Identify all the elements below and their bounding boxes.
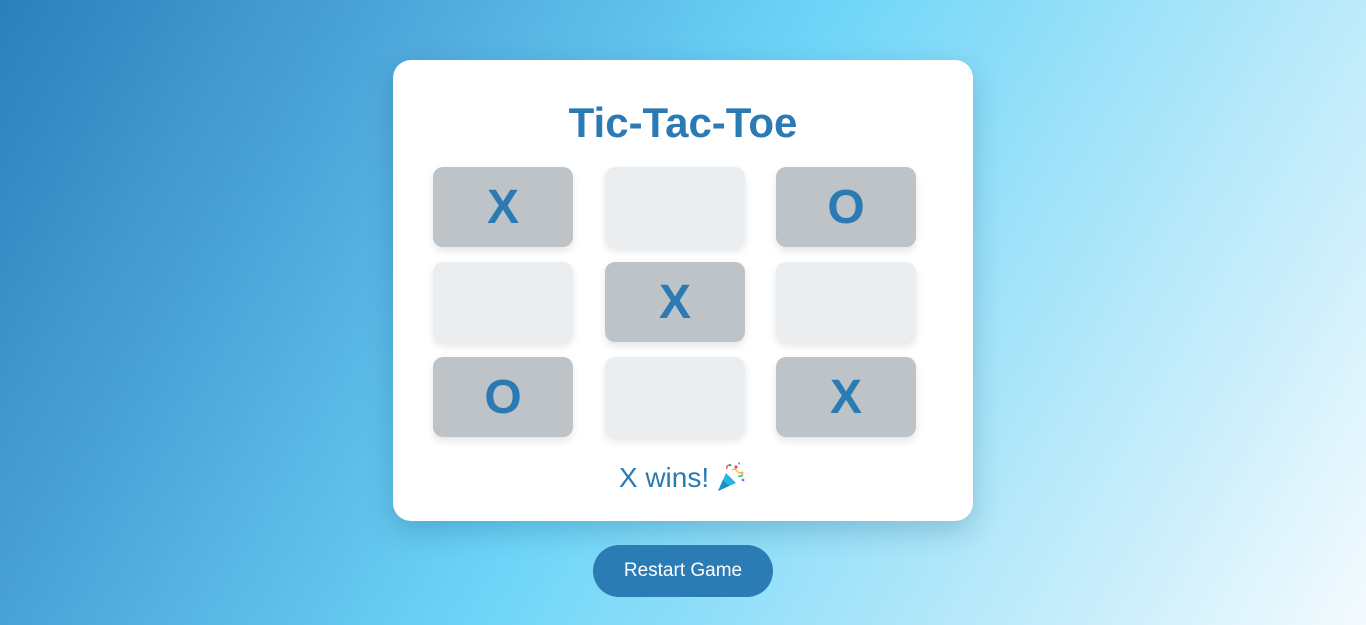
page-title: Tic-Tac-Toe: [568, 99, 798, 146]
board-cell-2[interactable]: [605, 167, 745, 247]
board-cell-7[interactable]: O: [433, 357, 573, 437]
board-cell-4[interactable]: [433, 262, 573, 342]
board-cell-5[interactable]: X: [605, 262, 745, 342]
board-cell-3[interactable]: O: [776, 167, 916, 247]
board-cell-6[interactable]: [776, 262, 916, 342]
board-cell-9[interactable]: X: [776, 357, 916, 437]
restart-game-button[interactable]: Restart Game: [593, 545, 773, 597]
status-text: X wins!: [618, 462, 710, 493]
board-cell-8[interactable]: [605, 357, 745, 437]
board-cell-1[interactable]: X: [433, 167, 573, 247]
party-popper-icon: [715, 461, 747, 504]
game-status: X wins!: [0, 458, 1366, 504]
